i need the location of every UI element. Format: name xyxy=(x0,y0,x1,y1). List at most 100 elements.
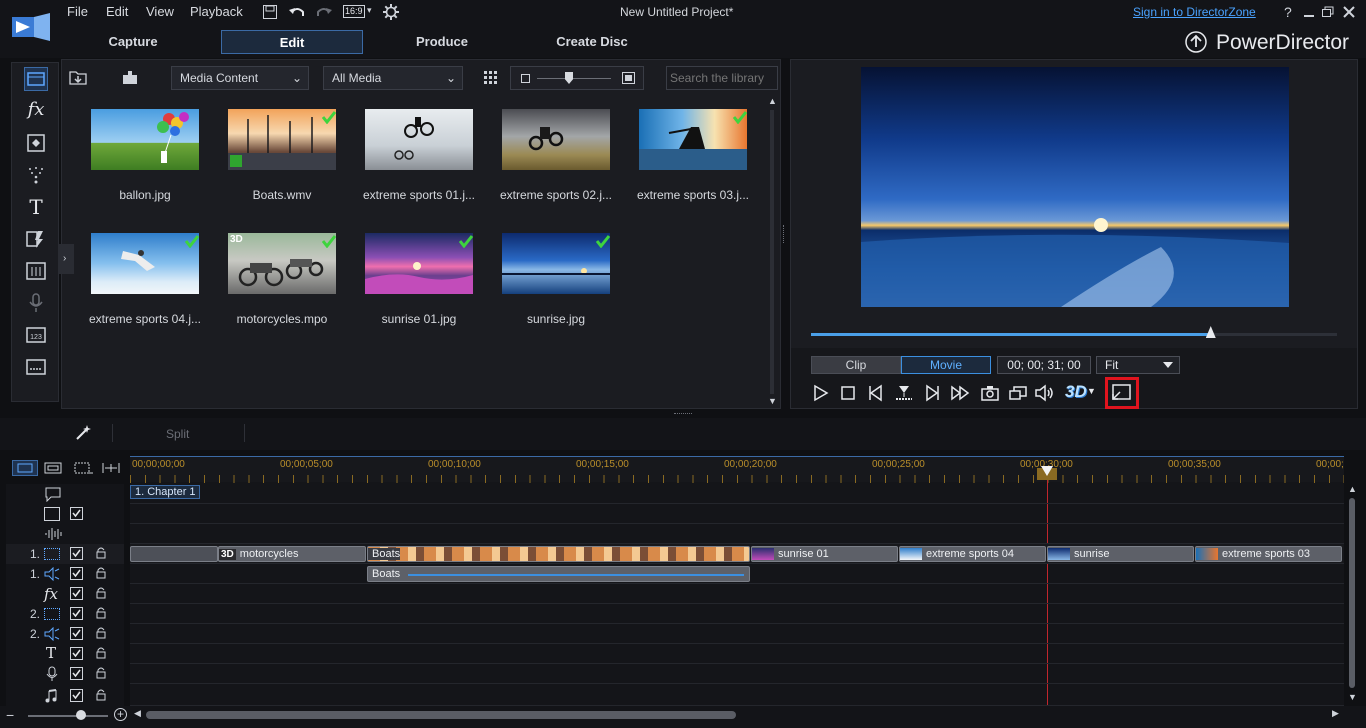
scroll-thumb[interactable] xyxy=(1349,498,1355,688)
library-item-extreme-sports-03[interactable] xyxy=(639,109,747,170)
volume-icon[interactable] xyxy=(1033,382,1055,404)
stop-button[interactable] xyxy=(837,382,859,404)
audio-mixing-room-icon[interactable] xyxy=(24,259,48,283)
video-track-2-header[interactable]: 2. xyxy=(6,604,124,624)
timeline-horizontal-scroll-thumb[interactable] xyxy=(146,711,736,719)
zoom-timeline-icon[interactable] xyxy=(100,460,122,476)
menu-view[interactable]: View xyxy=(146,4,174,20)
redo-icon[interactable] xyxy=(315,4,333,20)
zoom-in-icon[interactable]: + xyxy=(114,708,127,721)
storyboard-view-button[interactable] xyxy=(42,460,64,476)
track-enable-checkbox[interactable] xyxy=(70,667,83,680)
thumbnail-size-slider[interactable] xyxy=(510,66,644,90)
track-enable-checkbox[interactable] xyxy=(70,567,83,580)
lock-icon[interactable] xyxy=(96,567,106,579)
search-input[interactable] xyxy=(667,67,777,89)
library-scrollbar[interactable]: ▲ ▼ xyxy=(766,96,778,408)
pip-room-icon[interactable] xyxy=(24,131,48,155)
track-enable-checkbox[interactable] xyxy=(70,627,83,640)
media-filter-dropdown[interactable]: All Media ⌄ xyxy=(323,66,463,90)
help-button[interactable]: ? xyxy=(1284,4,1292,20)
fast-forward-button[interactable] xyxy=(949,382,971,404)
scroll-down-icon[interactable]: ▼ xyxy=(768,396,777,406)
zoom-slider-thumb[interactable] xyxy=(76,710,86,720)
chapter-room-icon[interactable]: 123 xyxy=(24,323,48,347)
save-icon[interactable] xyxy=(262,4,278,20)
timecode-display[interactable]: 00; 00; 31; 00 xyxy=(997,356,1091,374)
scroll-up-icon[interactable]: ▲ xyxy=(1348,484,1357,494)
plugins-icon[interactable] xyxy=(120,68,140,86)
library-item-motorcycles[interactable]: 3D xyxy=(228,233,336,294)
lock-icon[interactable] xyxy=(96,667,106,679)
video-track-1-header[interactable]: 1. xyxy=(6,544,124,564)
lock-icon[interactable] xyxy=(96,689,106,701)
scroll-down-icon[interactable]: ▼ xyxy=(1348,692,1357,702)
particle-room-icon[interactable] xyxy=(24,163,48,187)
library-item-sunrise-01[interactable] xyxy=(365,233,473,294)
split-button[interactable]: Split xyxy=(166,427,189,441)
lock-icon[interactable] xyxy=(96,587,106,599)
track-enable-checkbox[interactable] xyxy=(70,507,83,520)
time-ruler[interactable]: 00;00;00;00 00;00;05;00 00;00;10;00 00;0… xyxy=(130,456,1344,483)
chapter-marker[interactable]: 1. Chapter 1 xyxy=(130,485,200,499)
preview-video-frame[interactable] xyxy=(861,67,1289,307)
scroll-up-icon[interactable]: ▲ xyxy=(768,96,777,106)
title-room-icon[interactable]: T xyxy=(24,195,48,219)
play-button[interactable] xyxy=(809,382,831,404)
fit-timeline-icon[interactable] xyxy=(72,460,94,476)
sign-in-link[interactable]: Sign in to DirectorZone xyxy=(1133,5,1256,19)
video-clip-motorcycles[interactable]: 3D motorcycles xyxy=(218,546,366,562)
snapshot-frame-button[interactable] xyxy=(893,382,915,404)
video-clip-boats[interactable]: Boats xyxy=(367,546,750,562)
slider-thumb[interactable] xyxy=(565,72,573,84)
transition-room-icon[interactable] xyxy=(24,227,48,251)
aspect-ratio-dropdown[interactable]: 16:9 ▾ xyxy=(343,4,375,20)
library-item-boats[interactable] xyxy=(228,109,336,170)
video-clip-sunrise[interactable]: sunrise xyxy=(1047,546,1194,562)
menu-edit[interactable]: Edit xyxy=(106,4,128,20)
track-enable-checkbox[interactable] xyxy=(70,607,83,620)
minimize-icon[interactable] xyxy=(1302,6,1316,18)
undock-preview-button[interactable] xyxy=(1105,377,1139,409)
lock-icon[interactable] xyxy=(96,627,106,639)
audio-clip-boats[interactable]: Boats xyxy=(367,566,750,582)
title-track-header[interactable]: T xyxy=(6,644,124,664)
camera-icon[interactable] xyxy=(979,382,1001,404)
3d-mode-button[interactable]: 3D ▼ xyxy=(1065,382,1096,404)
clip-mode-button[interactable]: Clip xyxy=(811,356,901,374)
music-track-header[interactable] xyxy=(6,686,124,706)
gear-icon[interactable] xyxy=(382,3,400,21)
track-enable-checkbox[interactable] xyxy=(70,587,83,600)
menu-playback[interactable]: Playback xyxy=(190,4,243,20)
expand-panel-button[interactable]: › xyxy=(58,244,74,274)
panel-splitter-handle[interactable] xyxy=(674,413,692,416)
scroll-right-icon[interactable]: ▶ xyxy=(1332,708,1339,719)
library-search[interactable] xyxy=(666,66,778,90)
video-clip-gap[interactable] xyxy=(130,546,218,562)
lock-icon[interactable] xyxy=(96,547,106,559)
video-clip-extreme-sports-03[interactable]: extreme sports 03 xyxy=(1195,546,1342,562)
track-enable-checkbox[interactable] xyxy=(70,647,83,660)
previous-frame-button[interactable] xyxy=(865,382,887,404)
secondary-display-icon[interactable] xyxy=(1007,382,1029,404)
menu-file[interactable]: File xyxy=(67,4,88,20)
subtitle-room-icon[interactable] xyxy=(24,355,48,379)
fx-room-icon[interactable]: fx xyxy=(24,99,48,123)
upgrade-arrow-icon[interactable] xyxy=(1184,30,1208,54)
track-enable-checkbox[interactable] xyxy=(70,547,83,560)
video-clip-extreme-sports-04[interactable]: extreme sports 04 xyxy=(899,546,1046,562)
library-item-extreme-sports-01[interactable] xyxy=(365,109,473,170)
restore-icon[interactable] xyxy=(1321,6,1335,18)
zoom-fit-dropdown[interactable]: Fit xyxy=(1096,356,1180,374)
tab-create-disc[interactable]: Create Disc xyxy=(521,30,663,54)
scrubber-thumb[interactable] xyxy=(1205,326,1216,338)
vertical-splitter-handle[interactable] xyxy=(783,225,786,243)
magic-tools-icon[interactable] xyxy=(74,424,92,442)
zoom-slider-track[interactable] xyxy=(28,715,108,717)
library-item-sunrise[interactable] xyxy=(502,233,610,294)
track-enable-checkbox[interactable] xyxy=(70,689,83,702)
media-content-dropdown[interactable]: Media Content ⌄ xyxy=(171,66,309,90)
tab-capture[interactable]: Capture xyxy=(62,30,204,54)
scroll-left-icon[interactable]: ◀ xyxy=(134,708,141,719)
tab-produce[interactable]: Produce xyxy=(371,30,513,54)
